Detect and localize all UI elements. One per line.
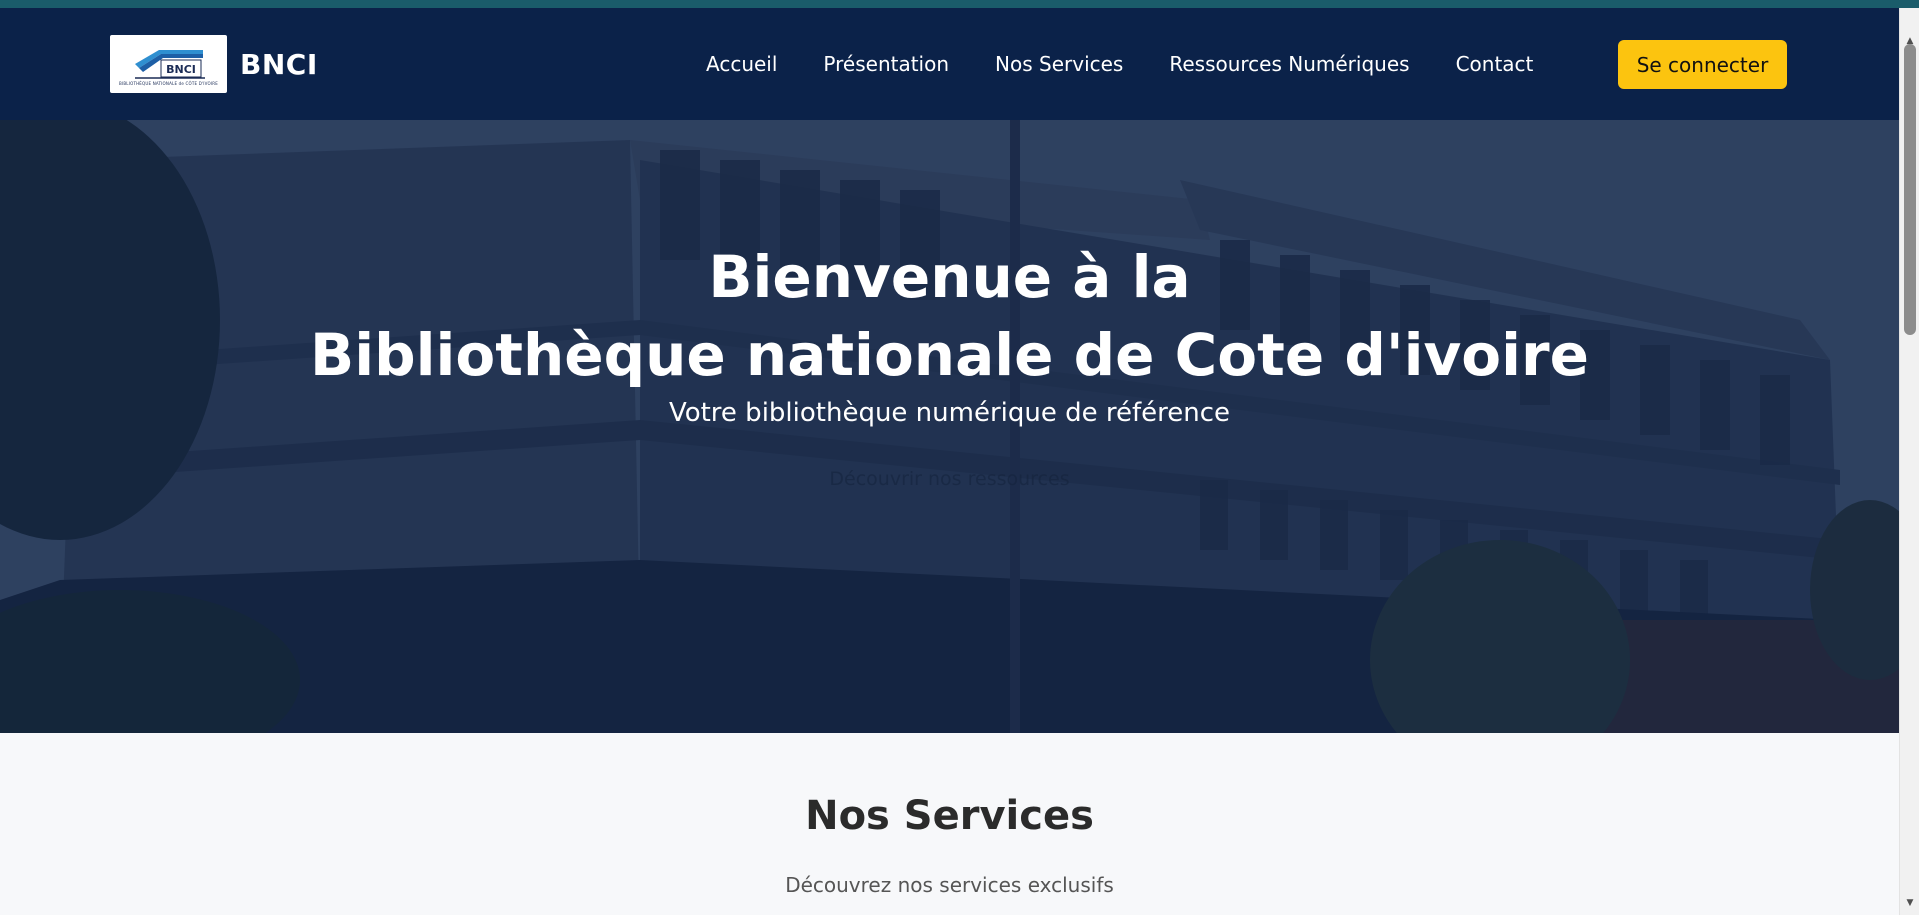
hero-cta-ghost[interactable]: Découvrir nos ressources	[0, 468, 1899, 490]
browser-top-strip	[0, 0, 1919, 8]
hero-title-line-2: Bibliothèque nationale de Cote d'ivoire	[310, 321, 1589, 389]
brand-logo[interactable]: BNCI BIBLIOTHÈQUE NATIONALE de CÔTE D'IV…	[110, 35, 227, 93]
main-nav: Accueil Présentation Nos Services Ressou…	[706, 8, 1533, 120]
nav-link-ressources-numeriques[interactable]: Ressources Numériques	[1169, 52, 1409, 76]
hero-title-line-1: Bienvenue à la	[708, 243, 1191, 311]
nav-link-nos-services[interactable]: Nos Services	[995, 52, 1123, 76]
services-section: Nos Services Découvrez nos services excl…	[0, 733, 1899, 915]
brand-name[interactable]: BNCI	[240, 48, 318, 81]
services-title: Nos Services	[805, 793, 1094, 839]
library-building-icon: BNCI	[134, 50, 205, 79]
nav-link-presentation[interactable]: Présentation	[823, 52, 949, 76]
scroll-down-arrow-icon[interactable]: ▼	[1900, 894, 1919, 912]
hero-subtitle: Votre bibliothèque numérique de référenc…	[668, 398, 1231, 428]
vertical-scrollbar[interactable]: ▲ ▼	[1899, 8, 1919, 915]
hero-section: Bienvenue à la Bibliothèque nationale de…	[0, 120, 1899, 733]
navbar: BNCI BIBLIOTHÈQUE NATIONALE de CÔTE D'IV…	[0, 8, 1899, 120]
logo-text: BNCI	[166, 63, 196, 76]
hero-title: Bienvenue à la Bibliothèque nationale de…	[0, 238, 1899, 394]
nav-link-accueil[interactable]: Accueil	[706, 52, 777, 76]
services-subtitle: Découvrez nos services exclusifs	[785, 873, 1114, 897]
scrollbar-thumb[interactable]	[1904, 44, 1916, 335]
nav-link-contact[interactable]: Contact	[1456, 52, 1534, 76]
login-button[interactable]: Se connecter	[1618, 40, 1787, 89]
logo-caption: BIBLIOTHÈQUE NATIONALE de CÔTE D'IVOIRE	[119, 81, 218, 86]
